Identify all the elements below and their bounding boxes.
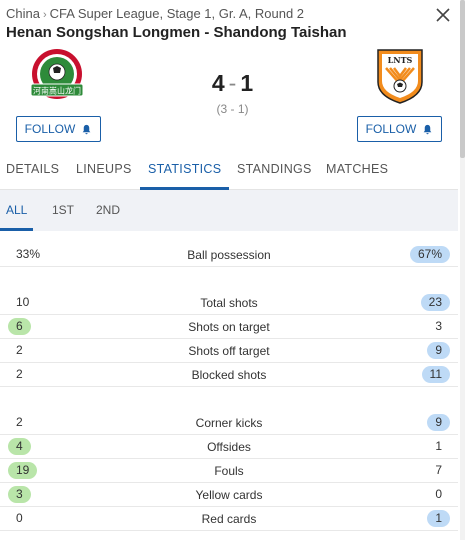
stat-row-red-cards: 0 Red cards 1 [0, 507, 458, 531]
period-tabs: ALL 1ST 2ND [0, 190, 458, 231]
follow-away-label: FOLLOW [365, 122, 417, 136]
stat-label: Corner kicks [195, 416, 263, 430]
stat-label: Yellow cards [195, 488, 263, 502]
stat-label: Shots off target [188, 344, 270, 358]
subtab-1st[interactable]: 1ST [52, 190, 74, 231]
stat-row-shots-on-target: 6 Shots on target 3 [0, 315, 458, 339]
bell-icon [423, 124, 432, 134]
follow-home-label: FOLLOW [24, 122, 76, 136]
tab-details[interactable]: DETAILS [6, 152, 59, 190]
subtab-2nd[interactable]: 2ND [96, 190, 120, 231]
follow-home-button[interactable]: FOLLOW [16, 116, 101, 142]
stat-row-blocked-shots: 2 Blocked shots 11 [0, 363, 458, 387]
breadcrumb: China › CFA Super League, Stage 1, Gr. A, … [6, 6, 304, 21]
close-icon[interactable] [435, 7, 451, 23]
away-value: 0 [435, 487, 442, 501]
match-score: 4-1 [0, 70, 465, 97]
stat-row-total-shots: 10 Total shots 23 [0, 291, 458, 315]
away-value: 1 [427, 510, 450, 527]
away-value: 7 [435, 463, 442, 477]
stat-row-shots-off-target: 2 Shots off target 9 [0, 339, 458, 363]
stat-label: Shots on target [188, 320, 270, 334]
away-value: 9 [427, 342, 450, 359]
away-value: 11 [421, 366, 450, 383]
tab-matches[interactable]: MATCHES [326, 152, 388, 190]
stat-label: Blocked shots [191, 368, 267, 382]
home-goals: 4 [211, 70, 225, 96]
scrollbar[interactable] [460, 0, 465, 540]
breadcrumb-separator-icon: › [42, 9, 47, 21]
away-value: 9 [427, 414, 450, 431]
subtab-all[interactable]: ALL [0, 190, 34, 231]
halftime-score: (3 - 1) [216, 102, 249, 116]
scrollbar-thumb[interactable] [460, 0, 465, 158]
stat-label: Ball possession [187, 248, 271, 262]
away-logo-text: LNTS [388, 55, 413, 65]
follow-away-button[interactable]: FOLLOW [357, 116, 442, 142]
stat-row-yellow-cards: 3 Yellow cards 0 [0, 483, 458, 507]
tab-standings[interactable]: STANDINGS [237, 152, 312, 190]
away-value: 1 [435, 439, 442, 453]
away-value: 23 [420, 294, 450, 311]
breadcrumb-competition[interactable]: CFA Super League, Stage 1, Gr. A, Round … [50, 6, 304, 21]
stat-label: Offsides [207, 440, 251, 454]
score-separator: - [228, 70, 237, 96]
stat-row-fouls: 19 Fouls 7 [0, 459, 458, 483]
stat-row-corner-kicks: 2 Corner kicks 9 [0, 411, 458, 435]
breadcrumb-country[interactable]: China [6, 6, 40, 21]
match-title: Henan Songshan Longmen - Shandong Taisha… [6, 24, 347, 41]
away-goals: 1 [240, 70, 254, 96]
stat-row-offsides: 4 Offsides 1 [0, 435, 458, 459]
away-value: 3 [435, 319, 442, 333]
tab-lineups[interactable]: LINEUPS [76, 152, 132, 190]
tab-statistics[interactable]: STATISTICS [140, 152, 230, 190]
main-tabs: DETAILS LINEUPS STATISTICS STANDINGS MAT… [0, 152, 458, 190]
bell-icon [82, 124, 91, 134]
away-value: 67% [409, 246, 450, 263]
stat-row-ball-possession: 33% Ball possession 67% [0, 243, 458, 267]
stat-label: Fouls [214, 464, 244, 478]
stat-label: Red cards [201, 512, 257, 526]
stat-label: Total shots [200, 296, 258, 310]
